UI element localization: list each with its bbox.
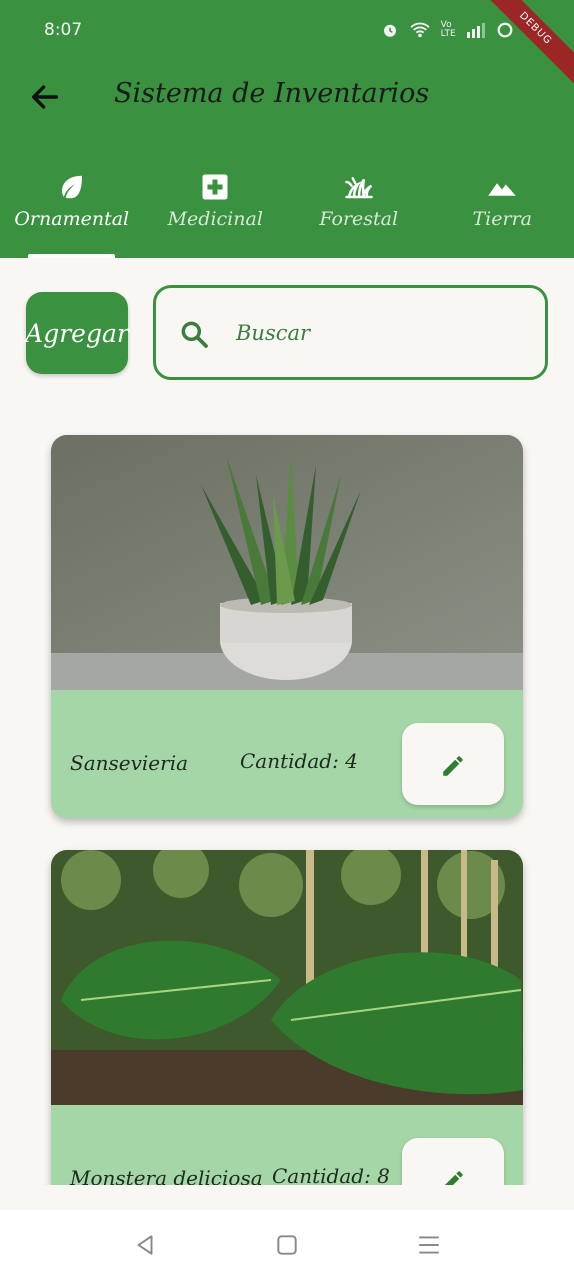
app-bar: 8:07 VoLTE 59 DEBUG Sistema de Inventari… [0,0,574,258]
grass-icon [345,177,373,199]
plant-quantity: Cantidad: 8 [272,1164,390,1185]
tab-label: Ornamental [14,208,130,230]
plant-list: Sansevieria Cantidad: 4 Monstera delicio… [0,420,574,1185]
tab-indicator [28,254,115,258]
plant-card: Monstera deliciosa Cantidad: 8 [51,850,523,1185]
battery-icon [497,22,513,37]
search-field[interactable]: Buscar [153,285,548,380]
edit-button[interactable] [402,1138,504,1185]
edit-button[interactable] [402,723,504,805]
medical-cross-icon [202,174,228,200]
plant-name: Monstera deliciosa [70,1166,263,1185]
debug-banner: DEBUG [467,0,574,97]
category-tabs: Ornamental Medicinal Forestal Tierra [0,168,574,258]
plant-quantity: Cantidad: 4 [240,749,358,773]
nav-home-icon[interactable] [274,1232,300,1258]
pencil-icon [443,756,463,776]
tab-medicinal[interactable]: Medicinal [144,168,288,258]
alarm-icon [383,24,396,37]
status-time: 8:07 [44,20,83,40]
search-icon [181,321,208,348]
nav-back-icon[interactable] [132,1232,158,1258]
leaf-icon [61,175,82,199]
mountain-icon [488,183,516,196]
tab-label: Medicinal [167,208,263,230]
tab-label: Tierra [472,208,533,230]
pencil-icon [444,1171,463,1185]
back-arrow-icon[interactable] [28,80,62,114]
system-nav-bar [0,1210,574,1280]
card-footer: Sansevieria Cantidad: 4 [51,690,523,818]
add-button[interactable]: Agregar [25,292,129,374]
tab-tierra[interactable]: Tierra [431,168,574,258]
plant-card: Sansevieria Cantidad: 4 [51,435,523,818]
plant-name: Sansevieria [70,751,189,775]
tab-label: Forestal [319,208,399,230]
wifi-icon [410,22,430,37]
nav-menu-icon[interactable] [416,1232,442,1258]
signal-icon [466,22,485,38]
plant-image [51,435,523,690]
plant-image [51,850,523,1105]
tab-forestal[interactable]: Forestal [287,168,431,258]
volte-icon: Vo LTE [440,19,456,39]
card-footer: Monstera deliciosa Cantidad: 8 [51,1105,523,1185]
page-title: Sistema de Inventarios [114,78,430,109]
status-bar: 8:07 VoLTE 59 [0,20,574,46]
search-input[interactable]: Buscar [236,321,310,345]
tab-ornamental[interactable]: Ornamental [0,168,144,258]
